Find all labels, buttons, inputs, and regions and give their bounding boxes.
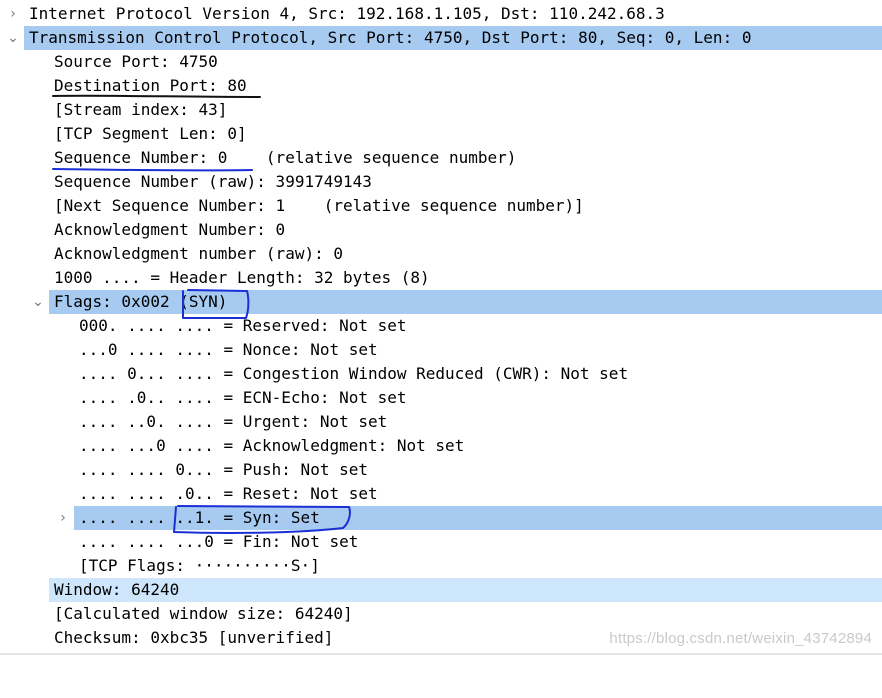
chevron-down-icon[interactable]: ⌄ (4, 26, 22, 50)
watermark: https://blog.csdn.net/weixin_43742894 (609, 630, 872, 647)
tree-row-flag-syn[interactable]: › .... .... ..1. = Syn: Set (0, 506, 882, 530)
chevron-down-icon[interactable]: ⌄ (29, 290, 47, 314)
tree-row-label: Sequence Number: 0 (relative sequence nu… (54, 148, 517, 167)
tree-row-flag-ack[interactable]: .... ...0 .... = Acknowledgment: Not set (0, 434, 882, 458)
tree-row-label: [Stream index: 43] (54, 100, 228, 119)
tree-row-label: Window: 64240 (54, 580, 180, 599)
tree-row-window[interactable]: Window: 64240 (0, 578, 882, 602)
tree-row-ipv4[interactable]: › Internet Protocol Version 4, Src: 192.… (0, 2, 882, 26)
tree-row-flag-cwr[interactable]: .... 0... .... = Congestion Window Reduc… (0, 362, 882, 386)
tree-row-label: [Next Sequence Number: 1 (relative seque… (54, 196, 584, 215)
tree-row-label: .... ...0 .... = Acknowledgment: Not set (79, 436, 465, 455)
tree-row-label: Source Port: 4750 (54, 52, 218, 71)
tree-row-flags[interactable]: ⌄ Flags: 0x002 (SYN) (0, 290, 882, 314)
tree-row-flag-reserved[interactable]: 000. .... .... = Reserved: Not set (0, 314, 882, 338)
tree-row-calculated-window[interactable]: [Calculated window size: 64240] (0, 602, 882, 626)
tree-row-next-sequence[interactable]: [Next Sequence Number: 1 (relative seque… (0, 194, 882, 218)
tree-row-label: 000. .... .... = Reserved: Not set (79, 316, 407, 335)
tree-row-label: .... ..0. .... = Urgent: Not set (79, 412, 388, 431)
tree-row-label: [Calculated window size: 64240] (54, 604, 353, 623)
tree-row-label: Flags: 0x002 (SYN) (54, 292, 228, 311)
packet-details-tree: › Internet Protocol Version 4, Src: 192.… (0, 2, 882, 650)
tree-row-label: .... .... 0... = Push: Not set (79, 460, 368, 479)
tree-row-stream-index[interactable]: [Stream index: 43] (0, 98, 882, 122)
tree-row-label: Sequence Number (raw): 3991749143 (54, 172, 372, 191)
chevron-right-icon[interactable]: › (54, 506, 72, 530)
tree-row-ack-raw[interactable]: Acknowledgment number (raw): 0 (0, 242, 882, 266)
tree-row-flag-reset[interactable]: .... .... .0.. = Reset: Not set (0, 482, 882, 506)
tree-row-flag-nonce[interactable]: ...0 .... .... = Nonce: Not set (0, 338, 882, 362)
tree-row-destination-port[interactable]: Destination Port: 80 (0, 74, 882, 98)
tree-row-label: Acknowledgment Number: 0 (54, 220, 286, 239)
tree-row-flag-urgent[interactable]: .... ..0. .... = Urgent: Not set (0, 410, 882, 434)
tree-row-flag-push[interactable]: .... .... 0... = Push: Not set (0, 458, 882, 482)
tree-row-segment-len[interactable]: [TCP Segment Len: 0] (0, 122, 882, 146)
tree-row-label: .... .0.. .... = ECN-Echo: Not set (79, 388, 407, 407)
tree-row-tcp-flags-summary[interactable]: [TCP Flags: ··········S·] (0, 554, 882, 578)
tree-row-label: [TCP Segment Len: 0] (54, 124, 247, 143)
tree-row-flag-fin[interactable]: .... .... ...0 = Fin: Not set (0, 530, 882, 554)
tree-row-label: Checksum: 0xbc35 [unverified] (54, 628, 334, 647)
tree-row-flag-ecn[interactable]: .... .0.. .... = ECN-Echo: Not set (0, 386, 882, 410)
tree-row-label: .... .... ..1. = Syn: Set (79, 508, 320, 527)
tree-row-header-length[interactable]: 1000 .... = Header Length: 32 bytes (8) (0, 266, 882, 290)
tree-row-label: .... .... ...0 = Fin: Not set (79, 532, 359, 551)
tree-row-source-port[interactable]: Source Port: 4750 (0, 50, 882, 74)
tree-row-label: 1000 .... = Header Length: 32 bytes (8) (54, 268, 430, 287)
chevron-right-icon[interactable]: › (4, 2, 22, 26)
tree-row-tcp[interactable]: ⌄ Transmission Control Protocol, Src Por… (0, 26, 882, 50)
tree-row-ack-number[interactable]: Acknowledgment Number: 0 (0, 218, 882, 242)
tree-row-label: Internet Protocol Version 4, Src: 192.16… (29, 4, 665, 23)
tree-row-sequence-number[interactable]: Sequence Number: 0 (relative sequence nu… (0, 146, 882, 170)
tree-row-label: ...0 .... .... = Nonce: Not set (79, 340, 378, 359)
tree-row-label: .... 0... .... = Congestion Window Reduc… (79, 364, 629, 383)
tree-row-label: .... .... .0.. = Reset: Not set (79, 484, 378, 503)
tree-row-label: Destination Port: 80 (54, 76, 247, 95)
tree-row-label: Transmission Control Protocol, Src Port:… (29, 28, 752, 47)
tree-row-label: Acknowledgment number (raw): 0 (54, 244, 343, 263)
tree-row-label: [TCP Flags: ··········S·] (79, 556, 320, 575)
tree-row-sequence-raw[interactable]: Sequence Number (raw): 3991749143 (0, 170, 882, 194)
